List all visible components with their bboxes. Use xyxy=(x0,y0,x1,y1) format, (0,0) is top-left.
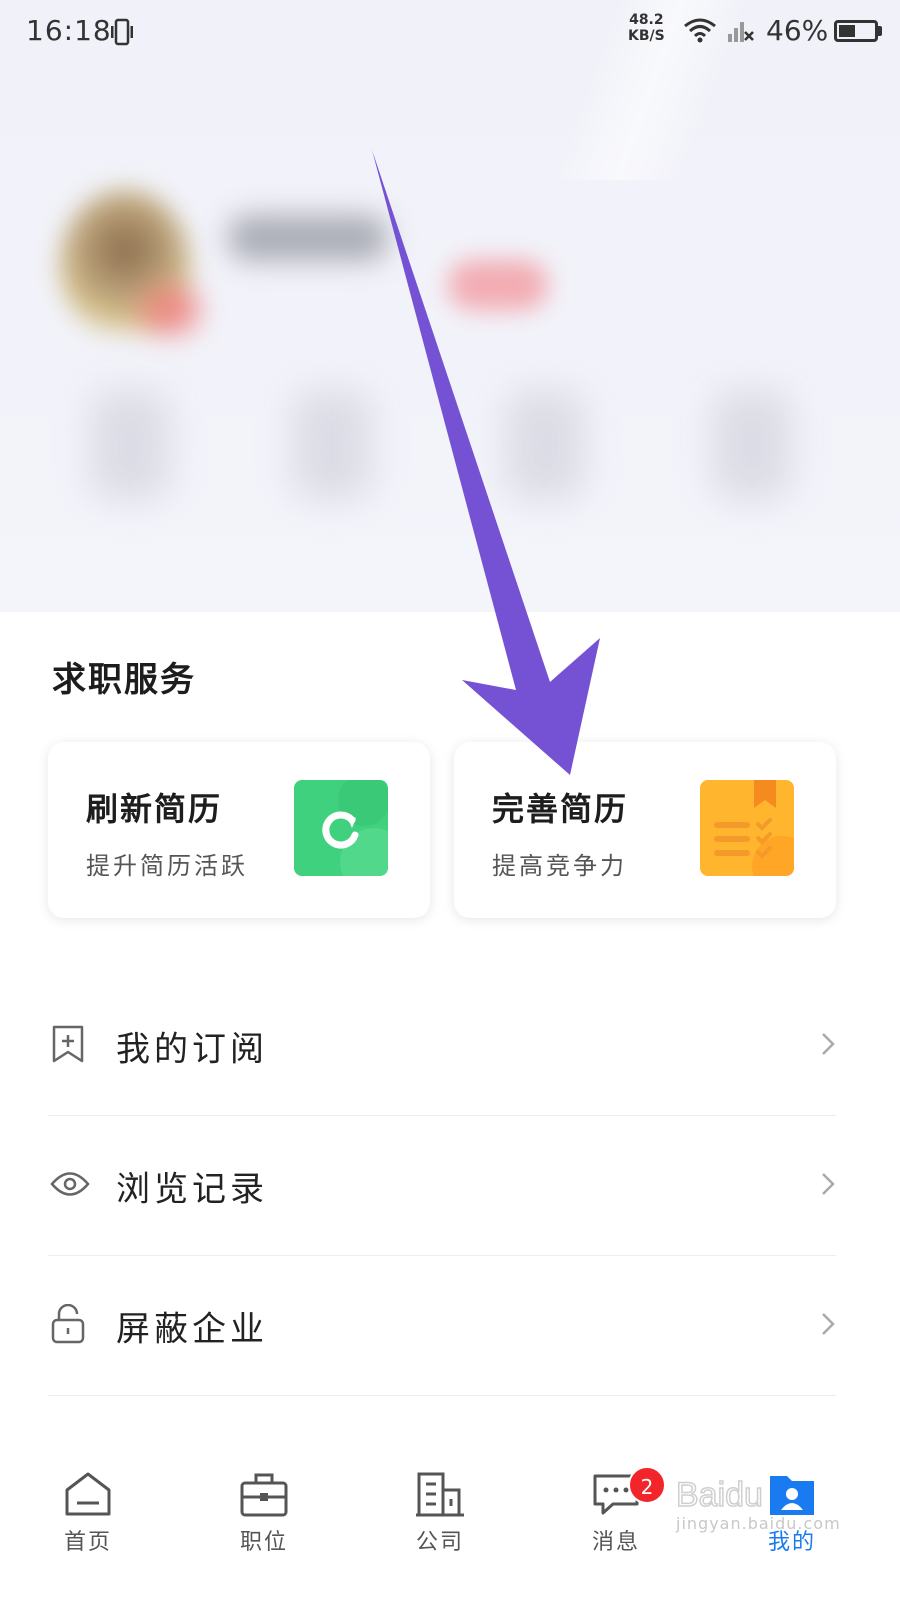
tab-jobs[interactable]: 职位 xyxy=(204,1470,324,1590)
unread-badge: 2 xyxy=(628,1466,666,1504)
card-subtitle: 提高竞争力 xyxy=(492,852,627,880)
tab-label: 我的 xyxy=(767,1530,816,1555)
chevron-right-icon xyxy=(820,1311,836,1341)
divider xyxy=(48,1395,836,1396)
eye-icon xyxy=(50,1169,90,1203)
menu-item-label: 我的订阅 xyxy=(116,1029,268,1070)
status-time: 16:18 xyxy=(26,14,112,47)
wifi-icon xyxy=(683,16,717,48)
tab-label: 公司 xyxy=(415,1530,464,1555)
building-icon xyxy=(416,1472,464,1517)
vibrate-icon xyxy=(108,18,136,50)
chevron-right-icon xyxy=(820,1031,836,1061)
unlock-icon xyxy=(50,1303,86,1348)
chevron-right-icon xyxy=(820,1171,836,1201)
battery-icon xyxy=(834,20,878,42)
avatar-badge xyxy=(140,285,200,335)
home-icon xyxy=(65,1472,111,1516)
card-title: 完善简历 xyxy=(492,790,629,828)
network-speed-value: 48.2 xyxy=(629,12,664,28)
stat-item[interactable] xyxy=(712,390,792,500)
card-title: 刷新简历 xyxy=(86,790,223,828)
bottom-tab-bar: 首页 职位 公司 消息 2 我的 xyxy=(0,1460,900,1600)
stat-item[interactable] xyxy=(90,390,170,500)
tab-home[interactable]: 首页 xyxy=(28,1470,148,1590)
tab-profile[interactable]: 我的 xyxy=(732,1470,852,1590)
refresh-icon xyxy=(294,780,388,876)
menu-item-label: 浏览记录 xyxy=(116,1169,268,1210)
user-name xyxy=(228,215,388,261)
tab-label: 首页 xyxy=(63,1530,112,1555)
bookmark-add-icon xyxy=(50,1024,86,1068)
tab-label: 职位 xyxy=(239,1530,288,1555)
signal-icon xyxy=(726,16,756,48)
refresh-resume-card[interactable]: 刷新简历 提升简历活跃 xyxy=(48,742,430,918)
briefcase-icon xyxy=(240,1473,288,1517)
tab-messages[interactable]: 消息 2 xyxy=(556,1466,676,1590)
network-speed: 48.2 KB/S xyxy=(628,12,665,44)
tab-companies[interactable]: 公司 xyxy=(380,1470,500,1590)
network-speed-unit: KB/S xyxy=(628,28,665,44)
section-title: 求职服务 xyxy=(52,660,196,700)
stat-item[interactable] xyxy=(505,390,585,500)
menu-item-blocked-companies[interactable]: 屏蔽企业 xyxy=(48,1256,836,1396)
card-subtitle: 提升简历活跃 xyxy=(86,852,248,880)
stat-item[interactable] xyxy=(292,390,372,500)
menu-item-history[interactable]: 浏览记录 xyxy=(48,1116,836,1256)
battery-percent: 46% xyxy=(766,14,829,47)
status-badge xyxy=(448,260,548,310)
menu-item-label: 屏蔽企业 xyxy=(116,1309,268,1350)
status-bar: 16:18 48.2 KB/S 46% xyxy=(0,0,900,64)
resume-checklist-icon xyxy=(700,780,794,876)
battery-cap xyxy=(878,26,882,36)
profile-icon xyxy=(770,1476,814,1515)
complete-resume-card[interactable]: 完善简历 提高竞争力 xyxy=(454,742,836,918)
menu-item-subscriptions[interactable]: 我的订阅 xyxy=(48,976,836,1116)
profile-header xyxy=(0,0,900,612)
tab-label: 消息 xyxy=(591,1530,640,1555)
